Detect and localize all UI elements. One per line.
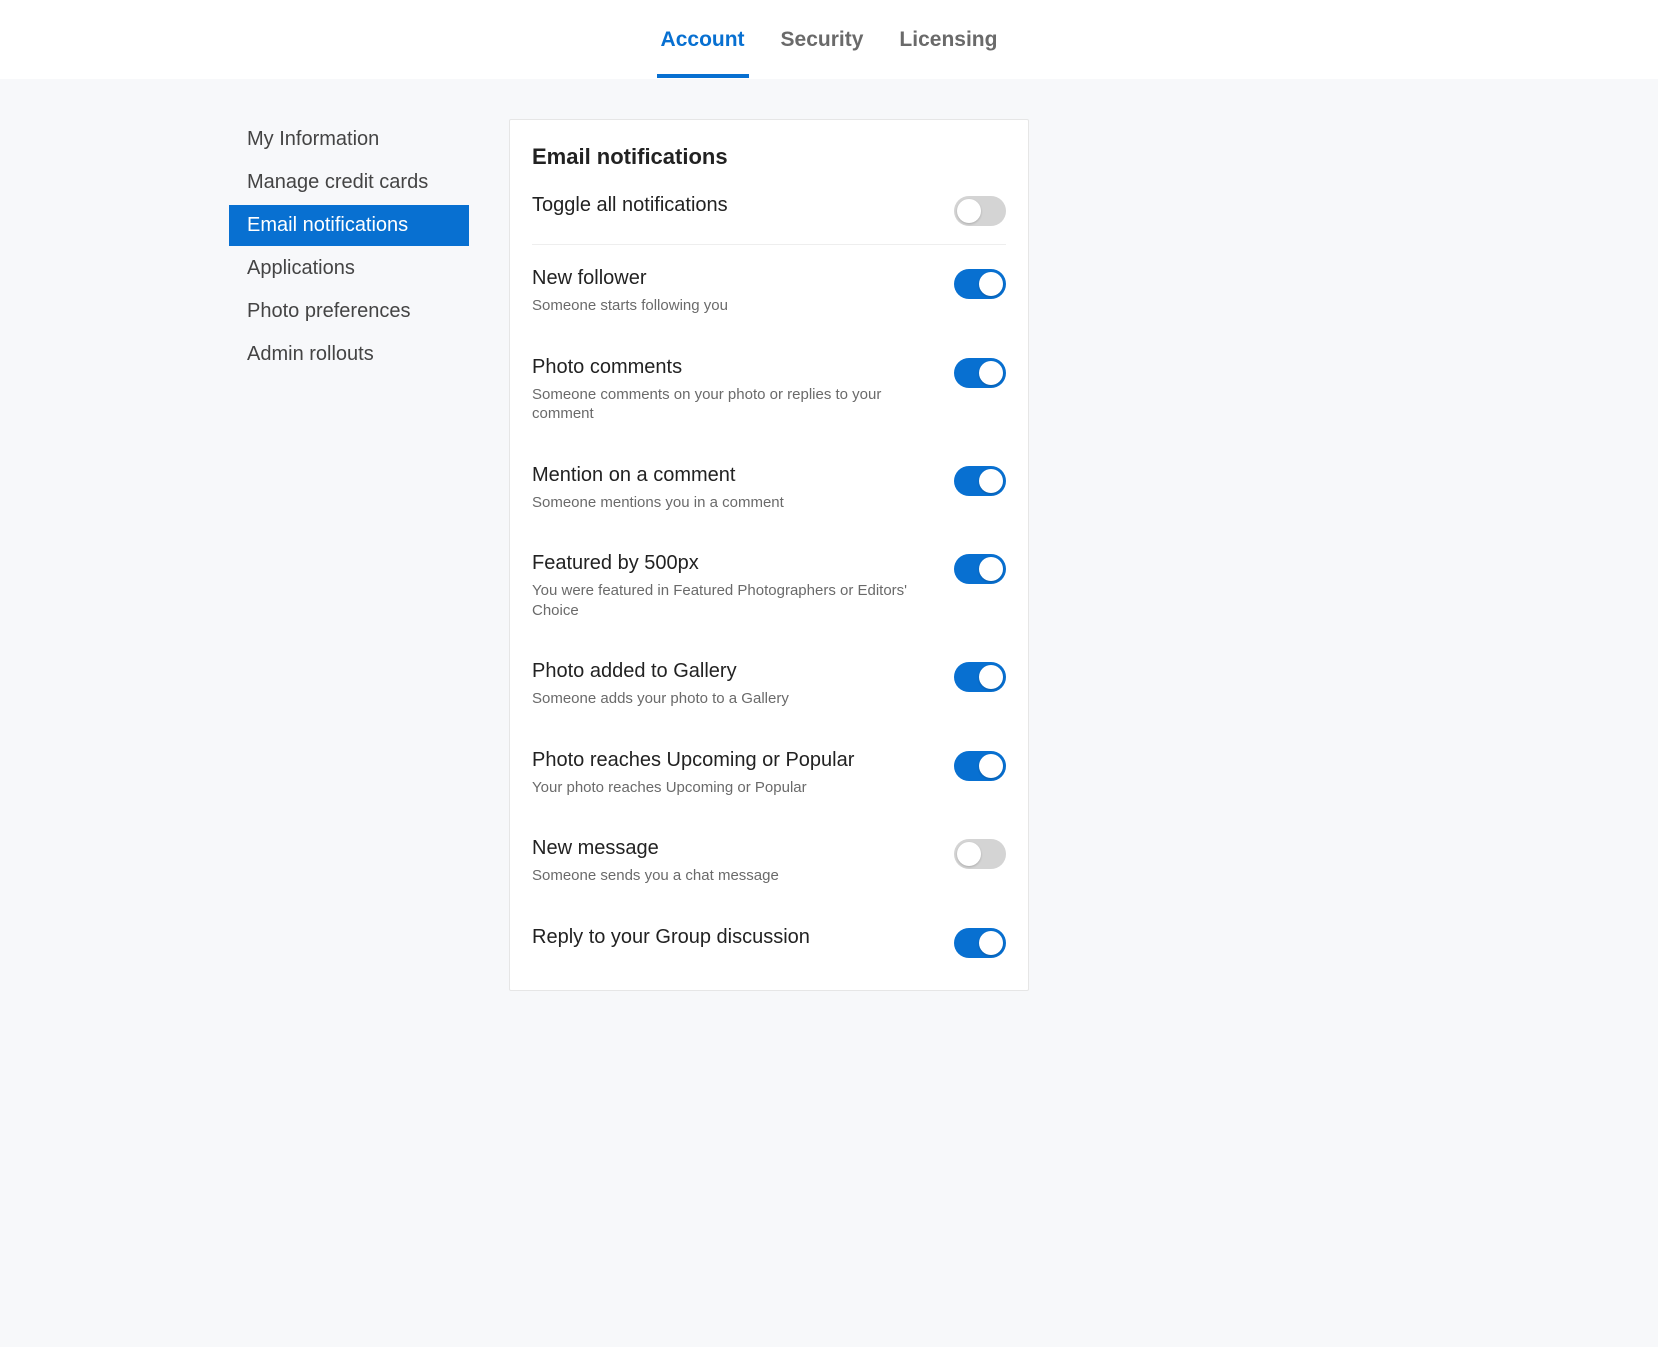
sidebar-item-manage-cc[interactable]: Manage credit cards <box>229 162 469 203</box>
sidebar: My Information Manage credit cards Email… <box>229 119 469 991</box>
notif-title: New follower <box>532 267 938 290</box>
notif-desc: Someone comments on your photo or replie… <box>532 385 938 424</box>
divider <box>532 244 1006 245</box>
tab-licensing[interactable]: Licensing <box>895 16 1001 78</box>
sidebar-item-applications[interactable]: Applications <box>229 248 469 289</box>
notif-photo-gallery: Photo added to Gallery Someone adds your… <box>532 660 1006 709</box>
notif-upcoming-popular: Photo reaches Upcoming or Popular Your p… <box>532 749 1006 798</box>
notif-mention-comment: Mention on a comment Someone mentions yo… <box>532 464 1006 513</box>
toggle-new-follower[interactable] <box>954 269 1006 299</box>
top-tabs: Account Security Licensing <box>0 0 1658 79</box>
notif-title: Mention on a comment <box>532 464 938 487</box>
toggle-knob <box>957 199 981 223</box>
notif-desc: Someone sends you a chat message <box>532 866 938 886</box>
toggle-knob <box>979 754 1003 778</box>
notif-desc: You were featured in Featured Photograph… <box>532 581 938 620</box>
notif-title: Featured by 500px <box>532 552 938 575</box>
content-card: Email notifications Toggle all notificat… <box>509 119 1029 991</box>
notif-featured-500px: Featured by 500px You were featured in F… <box>532 552 1006 620</box>
notif-photo-comments: Photo comments Someone comments on your … <box>532 356 1006 424</box>
tab-account[interactable]: Account <box>657 16 749 78</box>
notif-new-message: New message Someone sends you a chat mes… <box>532 837 1006 886</box>
toggle-knob <box>979 557 1003 581</box>
toggle-reply-group[interactable] <box>954 928 1006 958</box>
toggle-all-row: Toggle all notifications <box>532 194 1006 226</box>
toggle-all-switch[interactable] <box>954 196 1006 226</box>
main-area: My Information Manage credit cards Email… <box>0 79 1658 1347</box>
toggle-knob <box>979 361 1003 385</box>
notif-title: Photo comments <box>532 356 938 379</box>
notif-desc: Someone mentions you in a comment <box>532 493 938 513</box>
notif-title: Photo reaches Upcoming or Popular <box>532 749 938 772</box>
sidebar-item-photo-preferences[interactable]: Photo preferences <box>229 291 469 332</box>
toggle-knob <box>979 931 1003 955</box>
notif-title: New message <box>532 837 938 860</box>
notif-desc: Someone starts following you <box>532 296 938 316</box>
toggle-new-message[interactable] <box>954 839 1006 869</box>
section-heading: Email notifications <box>532 144 1006 170</box>
toggle-all-label: Toggle all notifications <box>532 194 938 217</box>
tab-security[interactable]: Security <box>777 16 868 78</box>
toggle-knob <box>957 842 981 866</box>
toggle-photo-gallery[interactable] <box>954 662 1006 692</box>
container: My Information Manage credit cards Email… <box>229 119 1429 991</box>
notif-title: Reply to your Group discussion <box>532 926 938 949</box>
toggle-featured-500px[interactable] <box>954 554 1006 584</box>
toggle-knob <box>979 469 1003 493</box>
notif-desc: Someone adds your photo to a Gallery <box>532 689 938 709</box>
toggle-knob <box>979 665 1003 689</box>
toggle-upcoming-popular[interactable] <box>954 751 1006 781</box>
toggle-photo-comments[interactable] <box>954 358 1006 388</box>
notif-new-follower: New follower Someone starts following yo… <box>532 267 1006 316</box>
toggle-mention-comment[interactable] <box>954 466 1006 496</box>
notif-title: Photo added to Gallery <box>532 660 938 683</box>
toggle-knob <box>979 272 1003 296</box>
notif-reply-group: Reply to your Group discussion <box>532 926 1006 958</box>
notif-desc: Your photo reaches Upcoming or Popular <box>532 778 938 798</box>
sidebar-item-my-info[interactable]: My Information <box>229 119 469 160</box>
sidebar-item-email-notifications[interactable]: Email notifications <box>229 205 469 246</box>
sidebar-item-admin-rollouts[interactable]: Admin rollouts <box>229 334 469 375</box>
